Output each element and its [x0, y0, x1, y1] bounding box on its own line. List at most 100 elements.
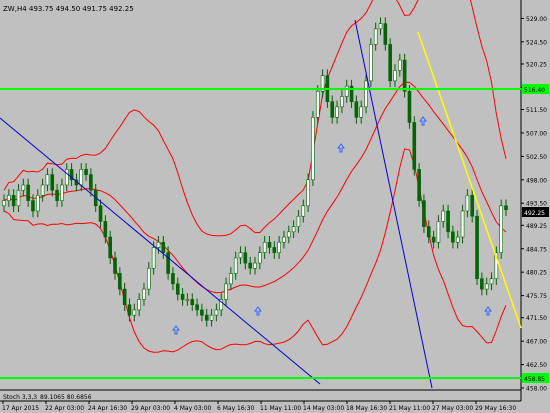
candle-body: [229, 273, 233, 285]
candle-body: [40, 184, 45, 196]
price-tick-label: 489.25: [526, 223, 547, 230]
candle-body: [306, 179, 310, 207]
candle-body: [436, 221, 441, 243]
time-tick-label: 17 Apr 2015: [2, 405, 39, 412]
candle-body: [132, 309, 137, 316]
price-tick-label: 493.50: [526, 201, 547, 208]
candle-body: [209, 314, 214, 321]
candle-body: [340, 96, 344, 108]
candle-body: [262, 241, 267, 253]
candle-body: [460, 210, 465, 238]
candle-body: [431, 236, 436, 243]
candle-body: [253, 262, 257, 269]
candle-body: [383, 23, 388, 45]
candle-body: [315, 90, 320, 118]
candle-body: [21, 184, 26, 191]
time-tick-label: 11 May 11:00: [260, 405, 301, 412]
candle-body: [412, 122, 417, 170]
candle-body: [214, 309, 219, 316]
candle-body: [204, 314, 209, 321]
time-tick-label: 6 May 16:30: [217, 405, 255, 412]
time-tick-label: 24 Apr 16:30: [88, 405, 127, 412]
candle-body: [7, 195, 11, 201]
candle-body: [296, 215, 301, 227]
candle-body: [407, 90, 412, 123]
candle-body: [475, 215, 479, 279]
candle-body: [364, 80, 368, 108]
candle-body: [335, 106, 339, 118]
price-tick-label: 480.25: [526, 270, 547, 277]
candle-body: [277, 241, 281, 253]
candle-body: [286, 231, 291, 238]
time-tick-label: 14 May 03:00: [303, 405, 344, 412]
candle-body: [2, 200, 6, 207]
candle-body: [79, 169, 84, 186]
candle-body: [504, 205, 508, 211]
time-tick-label: 29 May 16:30: [475, 405, 516, 412]
candle-body: [55, 189, 59, 201]
candle-body: [258, 252, 262, 264]
candle-body: [175, 283, 180, 295]
price-tick-label: 524.50: [526, 39, 547, 46]
candle-body: [151, 247, 156, 269]
candle-body: [373, 28, 378, 45]
price-chart[interactable]: ZW,H4 493.75 494.50 491.75 492.25 Stoch …: [0, 0, 550, 413]
candle-body: [301, 205, 306, 217]
candle-body: [224, 283, 228, 300]
candle-body: [426, 226, 431, 238]
candle-body: [480, 278, 484, 290]
candle-body: [417, 169, 421, 201]
candle-body: [35, 195, 40, 212]
candle-body: [122, 288, 127, 306]
candle-body: [291, 226, 296, 233]
candle-body: [282, 236, 286, 243]
time-tick-label: 22 Apr 03:00: [45, 405, 84, 412]
candle-body: [330, 101, 335, 118]
price-tick-label: 458.00: [526, 386, 547, 393]
candle-body: [161, 241, 166, 253]
candle-body: [60, 184, 64, 201]
candle-body: [137, 299, 141, 311]
candle-body: [369, 44, 373, 82]
candle-body: [344, 85, 349, 97]
time-tick-label: 4 May 03:00: [174, 405, 212, 412]
candle-body: [378, 23, 383, 30]
candle-body: [465, 195, 470, 212]
candle-body: [499, 205, 503, 253]
candle-body: [190, 299, 195, 306]
candle-body: [166, 252, 170, 274]
candle-body: [422, 200, 426, 227]
candle-body: [402, 59, 407, 92]
candle-body: [484, 283, 489, 290]
candle-body: [64, 169, 69, 186]
time-tick-label: 29 Apr 03:00: [131, 405, 170, 412]
upper-line-label: 516.40: [524, 87, 545, 94]
symbol-label: ZW,H4: [3, 5, 27, 13]
price-tick-label: 507.00: [526, 130, 547, 137]
plot-area: [0, 0, 521, 401]
price-tick-label: 511.50: [526, 107, 547, 114]
candle-body: [108, 236, 112, 259]
price-tick-label: 462.50: [526, 362, 547, 369]
candle-body: [359, 106, 363, 118]
candle-body: [470, 195, 475, 217]
candle-body: [147, 267, 151, 290]
price-tick-label: 475.75: [526, 293, 547, 300]
candle-body: [311, 117, 315, 181]
candle-body: [84, 169, 88, 175]
time-tick-label: 27 May 03:00: [432, 405, 473, 412]
candle-body: [31, 200, 35, 212]
candle-body: [195, 304, 199, 311]
price-tick-label: 529.00: [526, 16, 547, 23]
candle-body: [393, 70, 397, 82]
candle-body: [398, 59, 402, 71]
candle-body: [272, 247, 277, 253]
price-tick-label: 502.50: [526, 154, 547, 161]
candle-body: [118, 273, 122, 290]
candle-body: [267, 241, 272, 248]
candle-body: [98, 205, 103, 222]
price-tick-label: 520.25: [526, 61, 547, 68]
candle-body: [50, 174, 55, 191]
price-tick-label: 467.00: [526, 339, 547, 346]
candle-body: [89, 174, 93, 191]
